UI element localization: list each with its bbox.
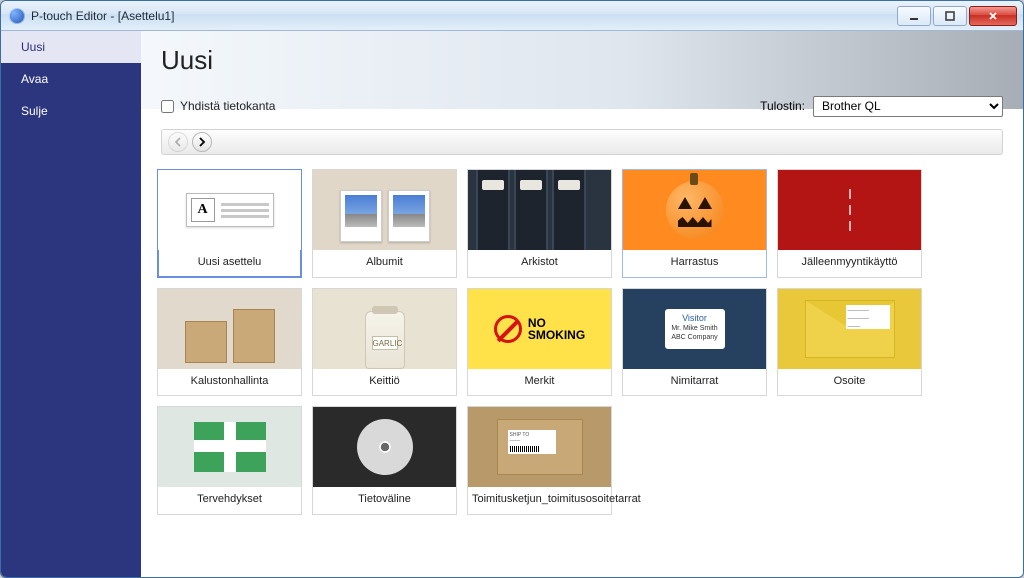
template-label: Osoite xyxy=(778,369,921,396)
arrow-right-icon xyxy=(197,137,207,147)
close-icon xyxy=(987,10,999,22)
titlebar: P-touch Editor - [Asettelu1] xyxy=(1,1,1023,31)
sidebar-item-open[interactable]: Avaa xyxy=(1,63,141,95)
printer-select[interactable]: Brother QL xyxy=(813,96,1003,117)
window-controls xyxy=(897,6,1017,26)
connect-db-option[interactable]: Yhdistä tietokanta xyxy=(161,99,275,113)
doc-name: [Asettelu1] xyxy=(118,9,175,23)
sidebar: Uusi Avaa Sulje xyxy=(1,31,141,577)
printer-label: Tulostin: xyxy=(760,99,805,113)
template-card-badges[interactable]: VisitorMr. Mike SmithABC CompanyNimitarr… xyxy=(622,288,767,397)
template-thumb xyxy=(313,407,456,487)
template-label: Tietoväline xyxy=(313,487,456,514)
template-label: Uusi asettelu xyxy=(158,250,301,277)
nav-forward-button[interactable] xyxy=(192,132,212,152)
close-button[interactable] xyxy=(969,6,1017,26)
minimize-icon xyxy=(908,10,920,22)
template-card-albums[interactable]: Albumit xyxy=(312,169,457,278)
sidebar-item-label: Sulje xyxy=(21,104,48,118)
nav-back-button[interactable] xyxy=(168,132,188,152)
template-label: Merkit xyxy=(468,369,611,396)
sidebar-item-label: Uusi xyxy=(21,40,45,54)
breadcrumb-nav xyxy=(161,129,1003,155)
connect-db-label: Yhdistä tietokanta xyxy=(180,99,275,113)
template-label: Harrastus xyxy=(623,250,766,277)
template-label: Arkistot xyxy=(468,250,611,277)
connect-db-checkbox[interactable] xyxy=(161,100,174,113)
template-thumb: NOSMOKING xyxy=(468,289,611,369)
template-thumb: VisitorMr. Mike SmithABC Company xyxy=(623,289,766,369)
template-thumb: SHIP TO────── xyxy=(468,407,611,487)
template-thumb: A xyxy=(158,170,301,250)
app-name: P-touch Editor xyxy=(31,9,107,23)
main-panel: Uusi Yhdistä tietokanta Tulostin: Brothe… xyxy=(141,31,1023,577)
template-thumb xyxy=(158,407,301,487)
template-thumb xyxy=(778,170,921,250)
minimize-button[interactable] xyxy=(897,6,931,26)
template-thumb: ───────────── xyxy=(778,289,921,369)
sidebar-item-label: Avaa xyxy=(21,72,48,86)
app-icon xyxy=(9,8,25,24)
template-label: Keittiö xyxy=(313,369,456,396)
page-title: Uusi xyxy=(161,45,1003,76)
template-label: Tervehdykset xyxy=(158,487,301,514)
template-card-inventory[interactable]: Kalustonhallinta xyxy=(157,288,302,397)
template-card-shipping[interactable]: SHIP TO──────Toimitusketjun_toimitusosoi… xyxy=(467,406,612,515)
options-row: Yhdistä tietokanta Tulostin: Brother QL xyxy=(141,93,1023,119)
template-thumb xyxy=(313,170,456,250)
maximize-button[interactable] xyxy=(933,6,967,26)
sidebar-item-close[interactable]: Sulje xyxy=(1,95,141,127)
app-window: P-touch Editor - [Asettelu1] Uusi Avaa Sul… xyxy=(0,0,1024,578)
template-card-address[interactable]: ─────────────Osoite xyxy=(777,288,922,397)
template-thumb xyxy=(623,170,766,250)
template-thumb: GARLIC xyxy=(313,289,456,369)
template-label: Jälleenmyyntikäyttö xyxy=(778,250,921,277)
template-card-hobby[interactable]: Harrastus xyxy=(622,169,767,278)
template-card-archives[interactable]: Arkistot xyxy=(467,169,612,278)
template-label: Toimitusketjun_toimitusosoitetarrat xyxy=(468,487,611,514)
arrow-left-icon xyxy=(173,137,183,147)
template-label: Nimitarrat xyxy=(623,369,766,396)
template-card-signs[interactable]: NOSMOKINGMerkit xyxy=(467,288,612,397)
template-thumb xyxy=(468,170,611,250)
sidebar-item-new[interactable]: Uusi xyxy=(1,31,141,63)
template-label: Kalustonhallinta xyxy=(158,369,301,396)
template-card-retail[interactable]: Jälleenmyyntikäyttö xyxy=(777,169,922,278)
window-title: P-touch Editor - [Asettelu1] xyxy=(31,9,174,23)
template-card-media[interactable]: Tietoväline xyxy=(312,406,457,515)
template-grid-scroll[interactable]: AUusi asettelu Albumit Arkistot Harrastus Jä… xyxy=(141,159,1023,577)
template-thumb xyxy=(158,289,301,369)
template-label: Albumit xyxy=(313,250,456,277)
template-card-new-layout[interactable]: AUusi asettelu xyxy=(157,169,302,278)
template-card-kitchen[interactable]: GARLICKeittiö xyxy=(312,288,457,397)
template-card-greetings[interactable]: Tervehdykset xyxy=(157,406,302,515)
maximize-icon xyxy=(944,10,956,22)
template-grid: AUusi asettelu Albumit Arkistot Harrastus Jä… xyxy=(157,169,1007,515)
